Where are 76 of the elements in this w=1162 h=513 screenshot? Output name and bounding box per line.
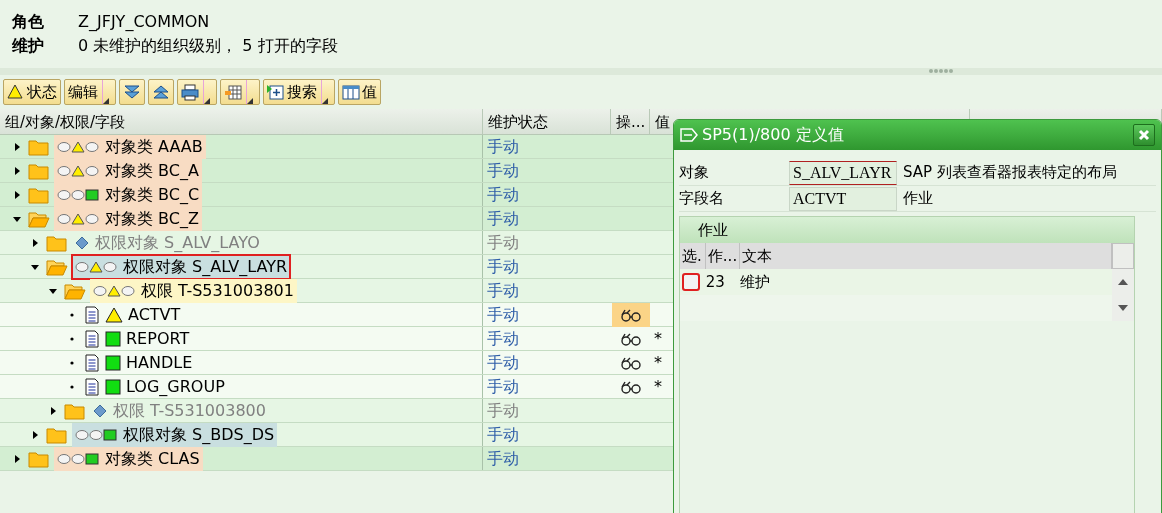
toolbar-button[interactable]: 状态 xyxy=(3,79,61,105)
checkbox[interactable] xyxy=(683,274,699,290)
expand-icon xyxy=(152,83,170,101)
column-header: 操... xyxy=(611,109,650,134)
maintenance-status: 手动 xyxy=(487,257,519,276)
field-value: Z_JFJY_COMMON xyxy=(78,11,210,33)
document-icon xyxy=(84,377,100,396)
add-icon xyxy=(267,83,285,101)
maintenance-status: 手动 xyxy=(487,401,519,420)
status-lights-icon xyxy=(75,428,117,441)
maintenance-status: 手动 xyxy=(487,353,519,372)
maintenance-status: 手动 xyxy=(487,281,519,300)
document-icon xyxy=(84,305,100,324)
document-icon xyxy=(84,353,100,372)
maintenance-status: 手动 xyxy=(487,329,519,348)
maintenance-status: 手动 xyxy=(487,185,519,204)
field-label: 对象 xyxy=(679,162,710,184)
warning-icon xyxy=(7,83,25,101)
toolbar-button[interactable]: 值 xyxy=(338,79,381,105)
dropdown-icon xyxy=(322,98,328,104)
field-label: 维护 xyxy=(12,35,45,57)
table-title: 作业 xyxy=(680,217,1134,243)
status-lights-icon xyxy=(75,260,117,273)
collapse-icon xyxy=(123,83,141,101)
form-icon xyxy=(680,127,698,143)
collapse-button[interactable] xyxy=(119,79,145,105)
column-header: 维护状态 xyxy=(483,109,611,134)
close-icon xyxy=(1138,129,1150,141)
printer-button[interactable] xyxy=(177,79,217,105)
maintenance-status: 手动 xyxy=(487,305,519,324)
tree-item[interactable]: REPORT xyxy=(126,326,190,351)
dropdown-icon xyxy=(204,98,210,104)
tree-item[interactable]: LOG_GROUP xyxy=(126,374,225,399)
status-lights-icon xyxy=(57,212,99,225)
printer-icon xyxy=(181,83,199,101)
maintenance-status: 手动 xyxy=(487,137,519,156)
table-button[interactable] xyxy=(220,79,260,105)
toolbar-button[interactable]: 搜索 xyxy=(263,79,335,105)
dropdown-icon xyxy=(247,98,253,104)
field-label: 字段名 xyxy=(679,188,725,210)
table-cell-text: 23 xyxy=(705,272,726,293)
maintenance-status: 手动 xyxy=(487,425,519,444)
expand-button[interactable] xyxy=(148,79,174,105)
column-header: 组/对象/权限/字段 xyxy=(0,109,483,134)
dropdown-icon xyxy=(103,98,109,104)
input-field[interactable]: ACTVT xyxy=(789,186,897,211)
maintenance-status: 手动 xyxy=(487,233,519,252)
columns-icon xyxy=(342,83,360,101)
maintenance-status: 手动 xyxy=(487,377,519,396)
status-lights-icon xyxy=(57,164,99,177)
status-lights-icon xyxy=(57,452,99,465)
tree-item[interactable]: ACTVT xyxy=(128,302,181,327)
maintenance-status: 手动 xyxy=(487,449,519,468)
value-cell-text: * xyxy=(653,353,662,372)
field-description: SAP 列表查看器报表特定的布局 xyxy=(903,162,1117,184)
value-cell-text: * xyxy=(653,329,662,348)
status-lights-icon xyxy=(93,284,135,297)
tree-item[interactable]: 权限对象 S_ALV_LAYO xyxy=(95,230,260,255)
input-field[interactable]: S_ALV_LAYR xyxy=(789,160,897,185)
document-icon xyxy=(84,329,100,348)
field-value: 0 未维护的组织级别， 5 打开的字段 xyxy=(78,35,338,57)
table-cell-text: 维护 xyxy=(739,272,771,293)
tree-item[interactable]: HANDLE xyxy=(126,350,193,375)
tree-item[interactable]: 权限 T-S531003800 xyxy=(113,398,266,423)
status-lights-icon xyxy=(57,140,99,153)
value-cell-text: * xyxy=(653,377,662,396)
splitter-grip[interactable] xyxy=(928,68,954,74)
toolbar-button[interactable]: 编辑 xyxy=(64,79,116,105)
maintenance-status: 手动 xyxy=(487,161,519,180)
close-button[interactable] xyxy=(1133,124,1155,146)
operation-cell[interactable] xyxy=(611,302,650,327)
table-icon xyxy=(224,83,242,101)
status-lights-icon xyxy=(57,188,99,201)
field-label: 角色 xyxy=(12,11,45,33)
field-description: 作业 xyxy=(903,188,933,210)
maintenance-status: 手动 xyxy=(487,209,519,228)
